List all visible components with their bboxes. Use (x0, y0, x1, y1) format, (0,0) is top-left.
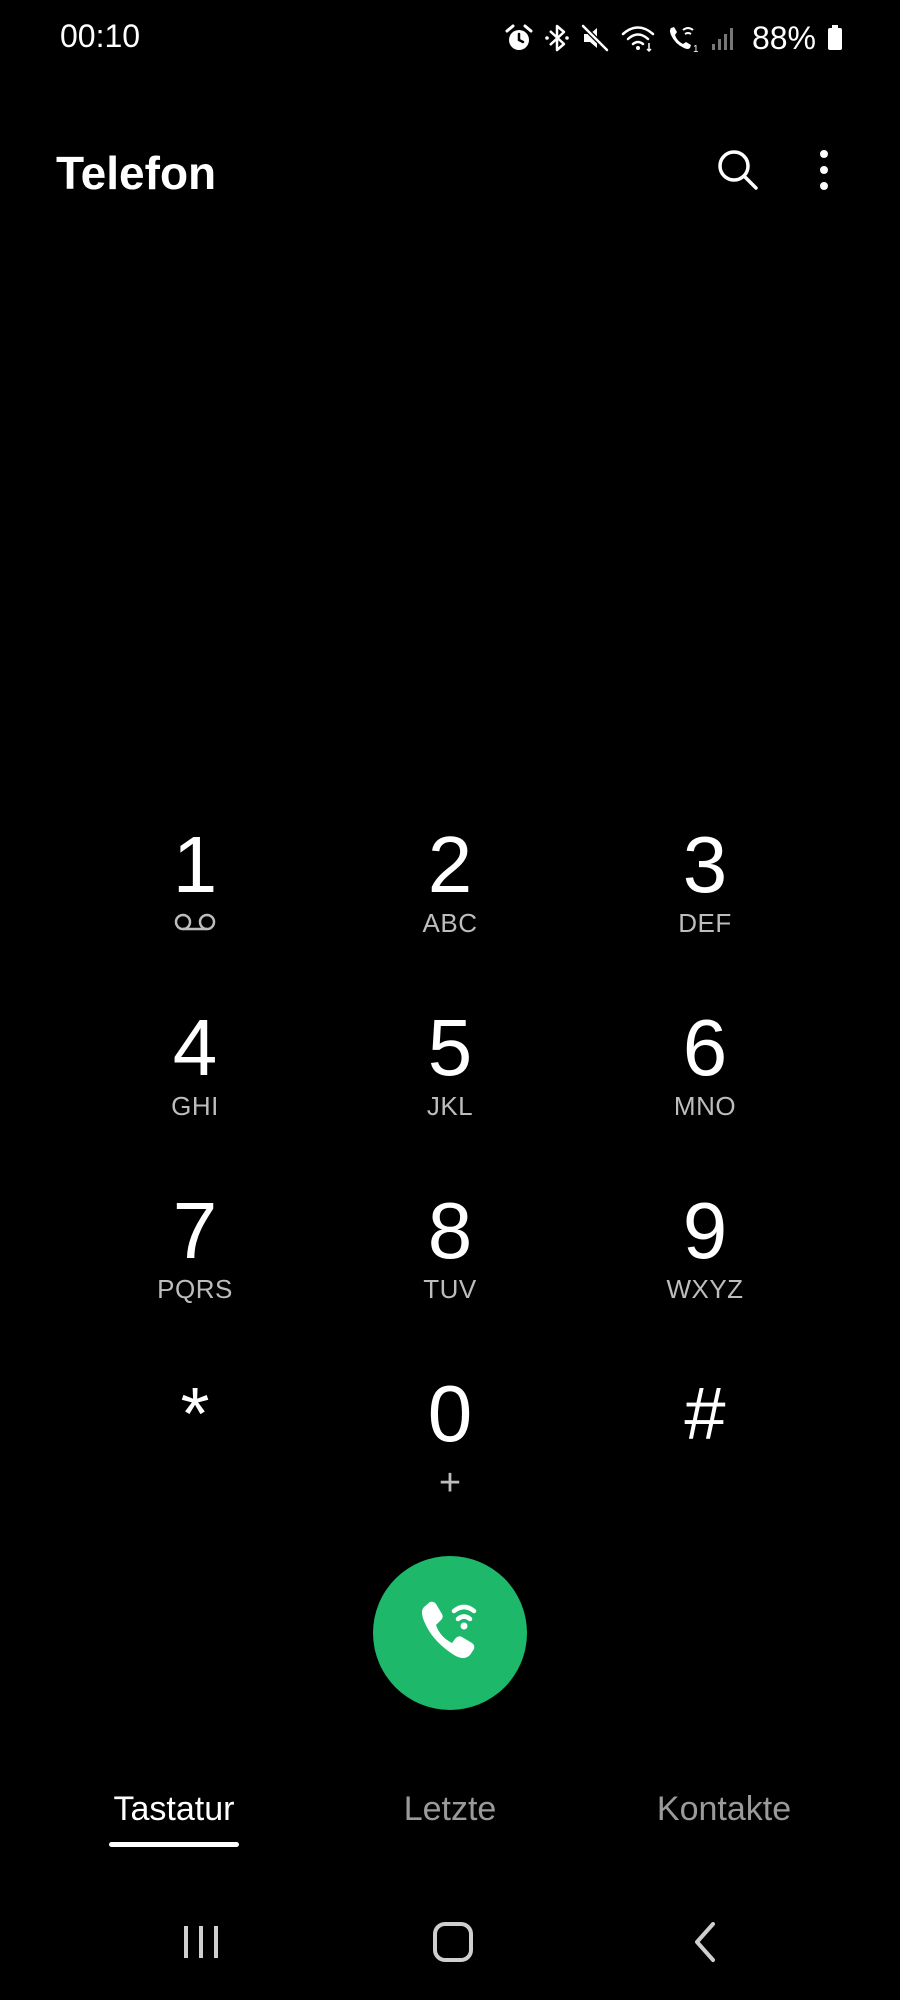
back-button[interactable] (665, 1912, 745, 1976)
key-digit: 5 (427, 1003, 473, 1092)
recents-button[interactable] (161, 1912, 241, 1976)
key-9[interactable]: 9 WXYZ (595, 1186, 815, 1336)
battery-icon (826, 23, 844, 53)
key-5[interactable]: 5 JKL (340, 1003, 560, 1153)
mute-icon (580, 23, 610, 53)
tab-letzte[interactable]: Letzte (370, 1790, 530, 1829)
page-title: Telefon (56, 147, 217, 199)
key-digit: 3 (682, 820, 728, 909)
key-digit: 7 (172, 1186, 218, 1275)
back-icon (689, 1920, 721, 1969)
more-options-icon (818, 148, 830, 197)
key-letters: JKL (426, 1091, 474, 1121)
key-digit: 8 (427, 1186, 473, 1275)
wifi-call-icon (412, 1593, 488, 1674)
key-letters: TUV (423, 1274, 477, 1304)
tab-tastatur[interactable]: Tastatur (94, 1790, 254, 1829)
key-letters: PQRS (157, 1274, 233, 1304)
status-bar: 00:10 1 88% (0, 0, 900, 80)
key-8[interactable]: 8 TUV (340, 1186, 560, 1336)
key-digit: 0 (427, 1369, 473, 1458)
key-letters: WXYZ (666, 1274, 744, 1304)
key-3[interactable]: 3 DEF (595, 820, 815, 970)
key-digit: 2 (427, 820, 473, 909)
key-6[interactable]: 6 MNO (595, 1003, 815, 1153)
key-digit: 9 (682, 1186, 728, 1275)
more-options-button[interactable] (792, 140, 856, 204)
bluetooth-icon (544, 23, 570, 53)
key-1[interactable]: 1 (85, 820, 305, 970)
key-2[interactable]: 2 ABC (340, 820, 560, 970)
home-icon (431, 1920, 475, 1969)
search-button[interactable] (706, 140, 770, 204)
battery-percent: 88% (751, 19, 816, 56)
key-digit: # (684, 1372, 726, 1455)
status-icons: 1 88% (504, 16, 844, 60)
wifi-calling-icon: 1 (666, 23, 700, 53)
key-hash[interactable]: # (595, 1369, 815, 1519)
signal-icon (710, 23, 738, 53)
key-digit: * (180, 1372, 210, 1455)
alarm-icon (504, 23, 534, 53)
key-7[interactable]: 7 PQRS (85, 1186, 305, 1336)
key-digit: 4 (172, 1003, 218, 1092)
key-0[interactable]: 0 + (340, 1369, 560, 1519)
key-star[interactable]: * (85, 1369, 305, 1519)
key-digit: 6 (682, 1003, 728, 1092)
bottom-tabs: Tastatur Letzte Kontakte (0, 1790, 900, 1860)
key-letters: MNO (673, 1091, 737, 1121)
home-button[interactable] (413, 1912, 493, 1976)
key-letters: GHI (171, 1091, 219, 1121)
tab-kontakte[interactable]: Kontakte (634, 1790, 814, 1829)
key-letters: + (438, 1462, 462, 1504)
voicemail-icon (85, 912, 305, 932)
key-4[interactable]: 4 GHI (85, 1003, 305, 1153)
svg-text:1: 1 (693, 44, 699, 53)
call-button[interactable] (373, 1556, 527, 1710)
search-icon (715, 147, 761, 198)
active-tab-indicator (109, 1842, 239, 1847)
recents-icon (181, 1922, 221, 1967)
key-letters: ABC (422, 908, 478, 938)
key-digit: 1 (172, 820, 218, 909)
key-letters: DEF (678, 908, 732, 938)
wifi-icon (620, 23, 656, 53)
status-time: 00:10 (60, 18, 141, 54)
